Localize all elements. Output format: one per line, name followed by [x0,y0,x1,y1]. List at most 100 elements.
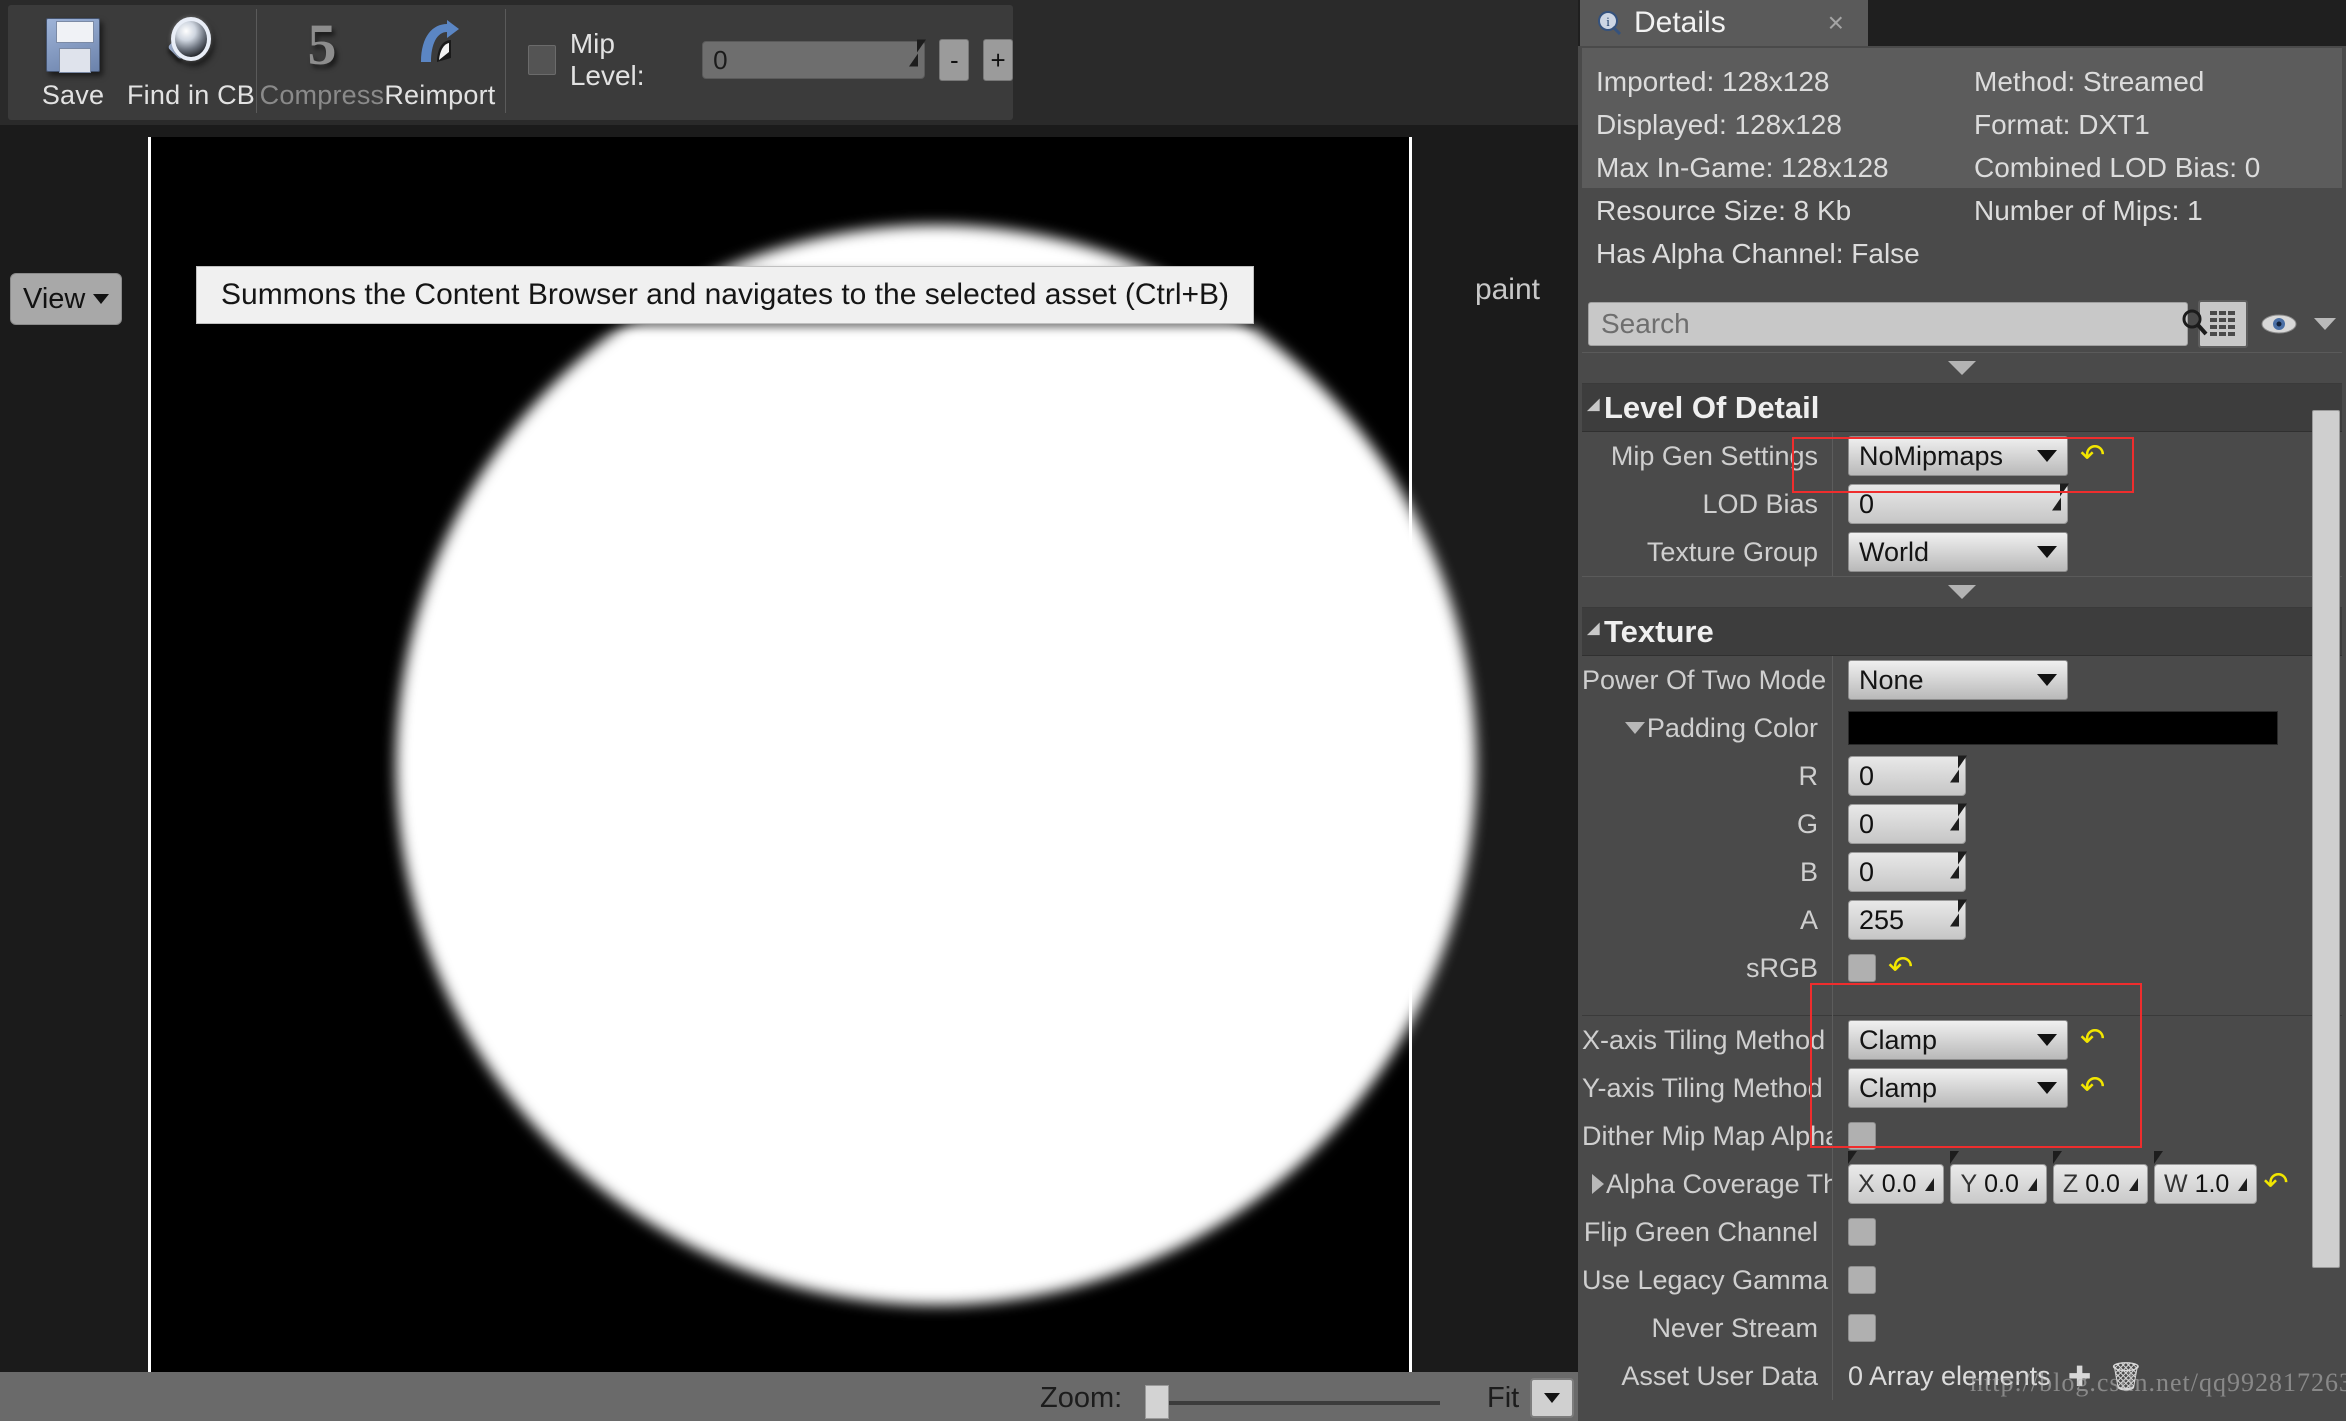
column-divider [1832,800,1833,848]
column-divider [1832,528,1833,576]
spinner-corner-icon [2238,1177,2248,1191]
property-label-wrap: Padding Color [1582,713,1832,744]
details-info-icon: i [1596,9,1624,37]
details-panel: i Details × Imported: 128x128 Method: St… [1578,0,2346,1421]
property-row-padding-a: A 255 [1582,896,2342,944]
never-stream-checkbox[interactable] [1848,1314,1876,1342]
power-of-two-mode-dropdown[interactable]: None [1848,660,2068,700]
revert-icon[interactable]: ↶ [1888,953,1914,983]
dropdown-value: World [1859,536,1930,567]
save-button-label: Save [41,80,105,110]
compress-button[interactable]: 5 Compress [260,5,384,115]
input-value: 255 [1859,904,1905,935]
mip-gen-settings-dropdown[interactable]: NoMipmaps [1848,436,2068,476]
padding-r-input[interactable]: 0 [1848,755,1967,796]
find-in-cb-button[interactable]: Find in CB [127,5,255,115]
column-divider [1832,1160,1833,1208]
mip-decrement-button[interactable]: - [939,39,970,81]
alpha-coverage-y-input[interactable]: Y 0.0 [1950,1164,2047,1204]
revert-icon[interactable]: ↶ [2080,1025,2106,1055]
tab-details[interactable]: i Details × [1580,0,1868,46]
category-title: Level Of Detail [1604,389,1820,425]
use-legacy-gamma-checkbox[interactable] [1848,1266,1876,1294]
property-row-mip-gen-settings: Mip Gen Settings NoMipmaps ↶ [1582,432,2342,480]
category-header-texture[interactable]: Texture [1582,608,2342,656]
mip-increment-button[interactable]: + [983,39,1013,81]
column-divider [1832,992,1833,1016]
revert-icon[interactable]: ↶ [2080,1073,2106,1103]
alpha-coverage-x-input[interactable]: X 0.0 [1848,1164,1945,1204]
category-header-level-of-detail[interactable]: Level Of Detail [1582,384,2342,432]
dither-mip-map-alpha-checkbox[interactable] [1848,1122,1876,1150]
section-expander-top[interactable] [1582,352,2342,384]
property-label: X-axis Tiling Method [1582,1024,1826,1055]
revert-icon[interactable]: ↶ [2080,441,2106,471]
mip-level-input[interactable]: 0 [702,39,927,79]
search-input[interactable] [1588,302,2188,346]
chevron-down-icon [2037,450,2057,462]
input-value: 0 [1859,856,1875,887]
alpha-coverage-z-input[interactable]: Z 0.0 [2052,1164,2148,1204]
chevron-down-icon [1948,585,1976,599]
input-value: 0.0 [1984,1169,2019,1198]
reimport-button[interactable]: Reimport [381,5,499,115]
reimport-arrow-svg [420,20,459,62]
chevron-right-icon[interactable] [1592,1174,1604,1194]
reimport-arrow-icon [409,14,471,76]
property-row-alpha-coverage-thresholds: Alpha Coverage Thres X 0.0 Y 0.0 [1582,1160,2342,1208]
axis-label-x: X [1858,1169,1875,1198]
column-divider [1832,1208,1833,1256]
chevron-down-icon [2037,674,2057,686]
spinner-corner-icon [1950,803,1967,831]
summary-has-alpha-channel: Has Alpha Channel: False [1596,238,1920,269]
chevron-down-icon [1948,361,1976,375]
mip-level-checkbox[interactable] [527,45,556,75]
lod-bias-input[interactable]: 0 [1848,483,2069,524]
details-scrollbar[interactable] [2312,410,2340,1268]
trash-icon[interactable]: 🗑 [2108,1359,2144,1393]
texture-preview-circle [396,225,1476,1305]
revert-icon[interactable]: ↶ [2263,1169,2289,1199]
section-expander-mid[interactable] [1582,576,2342,608]
chevron-down-icon[interactable] [1624,722,1645,734]
property-row-padding-b: B 0 [1582,848,2342,896]
mip-level-label: Mip Level: [569,28,645,91]
save-button[interactable]: Save [14,5,132,115]
padding-g-input[interactable]: 0 [1848,803,1967,844]
property-row-srgb: sRGB ↶ [1582,944,2342,992]
plus-icon[interactable]: ✚ [2063,1359,2097,1393]
alpha-coverage-w-input[interactable]: W 1.0 [2153,1164,2258,1204]
padding-color-swatch[interactable] [1848,711,2278,745]
chevron-down-icon [2037,1082,2057,1094]
padding-a-input[interactable]: 255 [1848,899,1967,940]
view-menu-button[interactable]: View [10,273,123,325]
zoom-slider-track[interactable] [1150,1401,1440,1405]
property-group-separator [1582,992,2342,1016]
x-axis-tiling-method-dropdown[interactable]: Clamp [1848,1020,2068,1060]
texture-group-dropdown[interactable]: World [1848,532,2068,572]
mip-level-value: 0 [713,44,728,75]
toolbar: Save Find in CB 5 Compress Reimport Mip … [0,0,1578,125]
input-value: 0 [1859,760,1875,791]
flip-green-channel-checkbox[interactable] [1848,1218,1876,1246]
zoom-label: Zoom: [1040,1382,1123,1414]
zoom-slider-thumb[interactable] [1145,1385,1169,1419]
texture-viewport[interactable]: paint View Summons the Content Browser a… [0,125,1578,1382]
spinner-corner-icon [2027,1177,2037,1191]
spinner-corner-icon [2052,483,2069,511]
eye-visibility-icon[interactable] [2258,303,2300,345]
property-row-flip-green-channel: Flip Green Channel [1582,1208,2342,1256]
spinner-corner-icon [1950,851,1967,879]
fit-mode-dropdown[interactable] [1530,1378,1574,1418]
y-axis-tiling-method-dropdown[interactable]: Clamp [1848,1068,2068,1108]
chevron-down-icon [1544,1393,1560,1403]
viewport-status-bar: Zoom: Fit [0,1372,1578,1421]
axis-label-y: Y [1960,1169,1978,1198]
chevron-down-icon [93,294,110,304]
dropdown-value: Clamp [1859,1024,1938,1055]
srgb-checkbox[interactable] [1848,954,1876,982]
chevron-down-icon[interactable] [2314,318,2336,330]
input-value: 0 [1859,488,1875,519]
padding-b-input[interactable]: 0 [1848,851,1967,892]
close-icon[interactable]: × [1828,7,1844,39]
